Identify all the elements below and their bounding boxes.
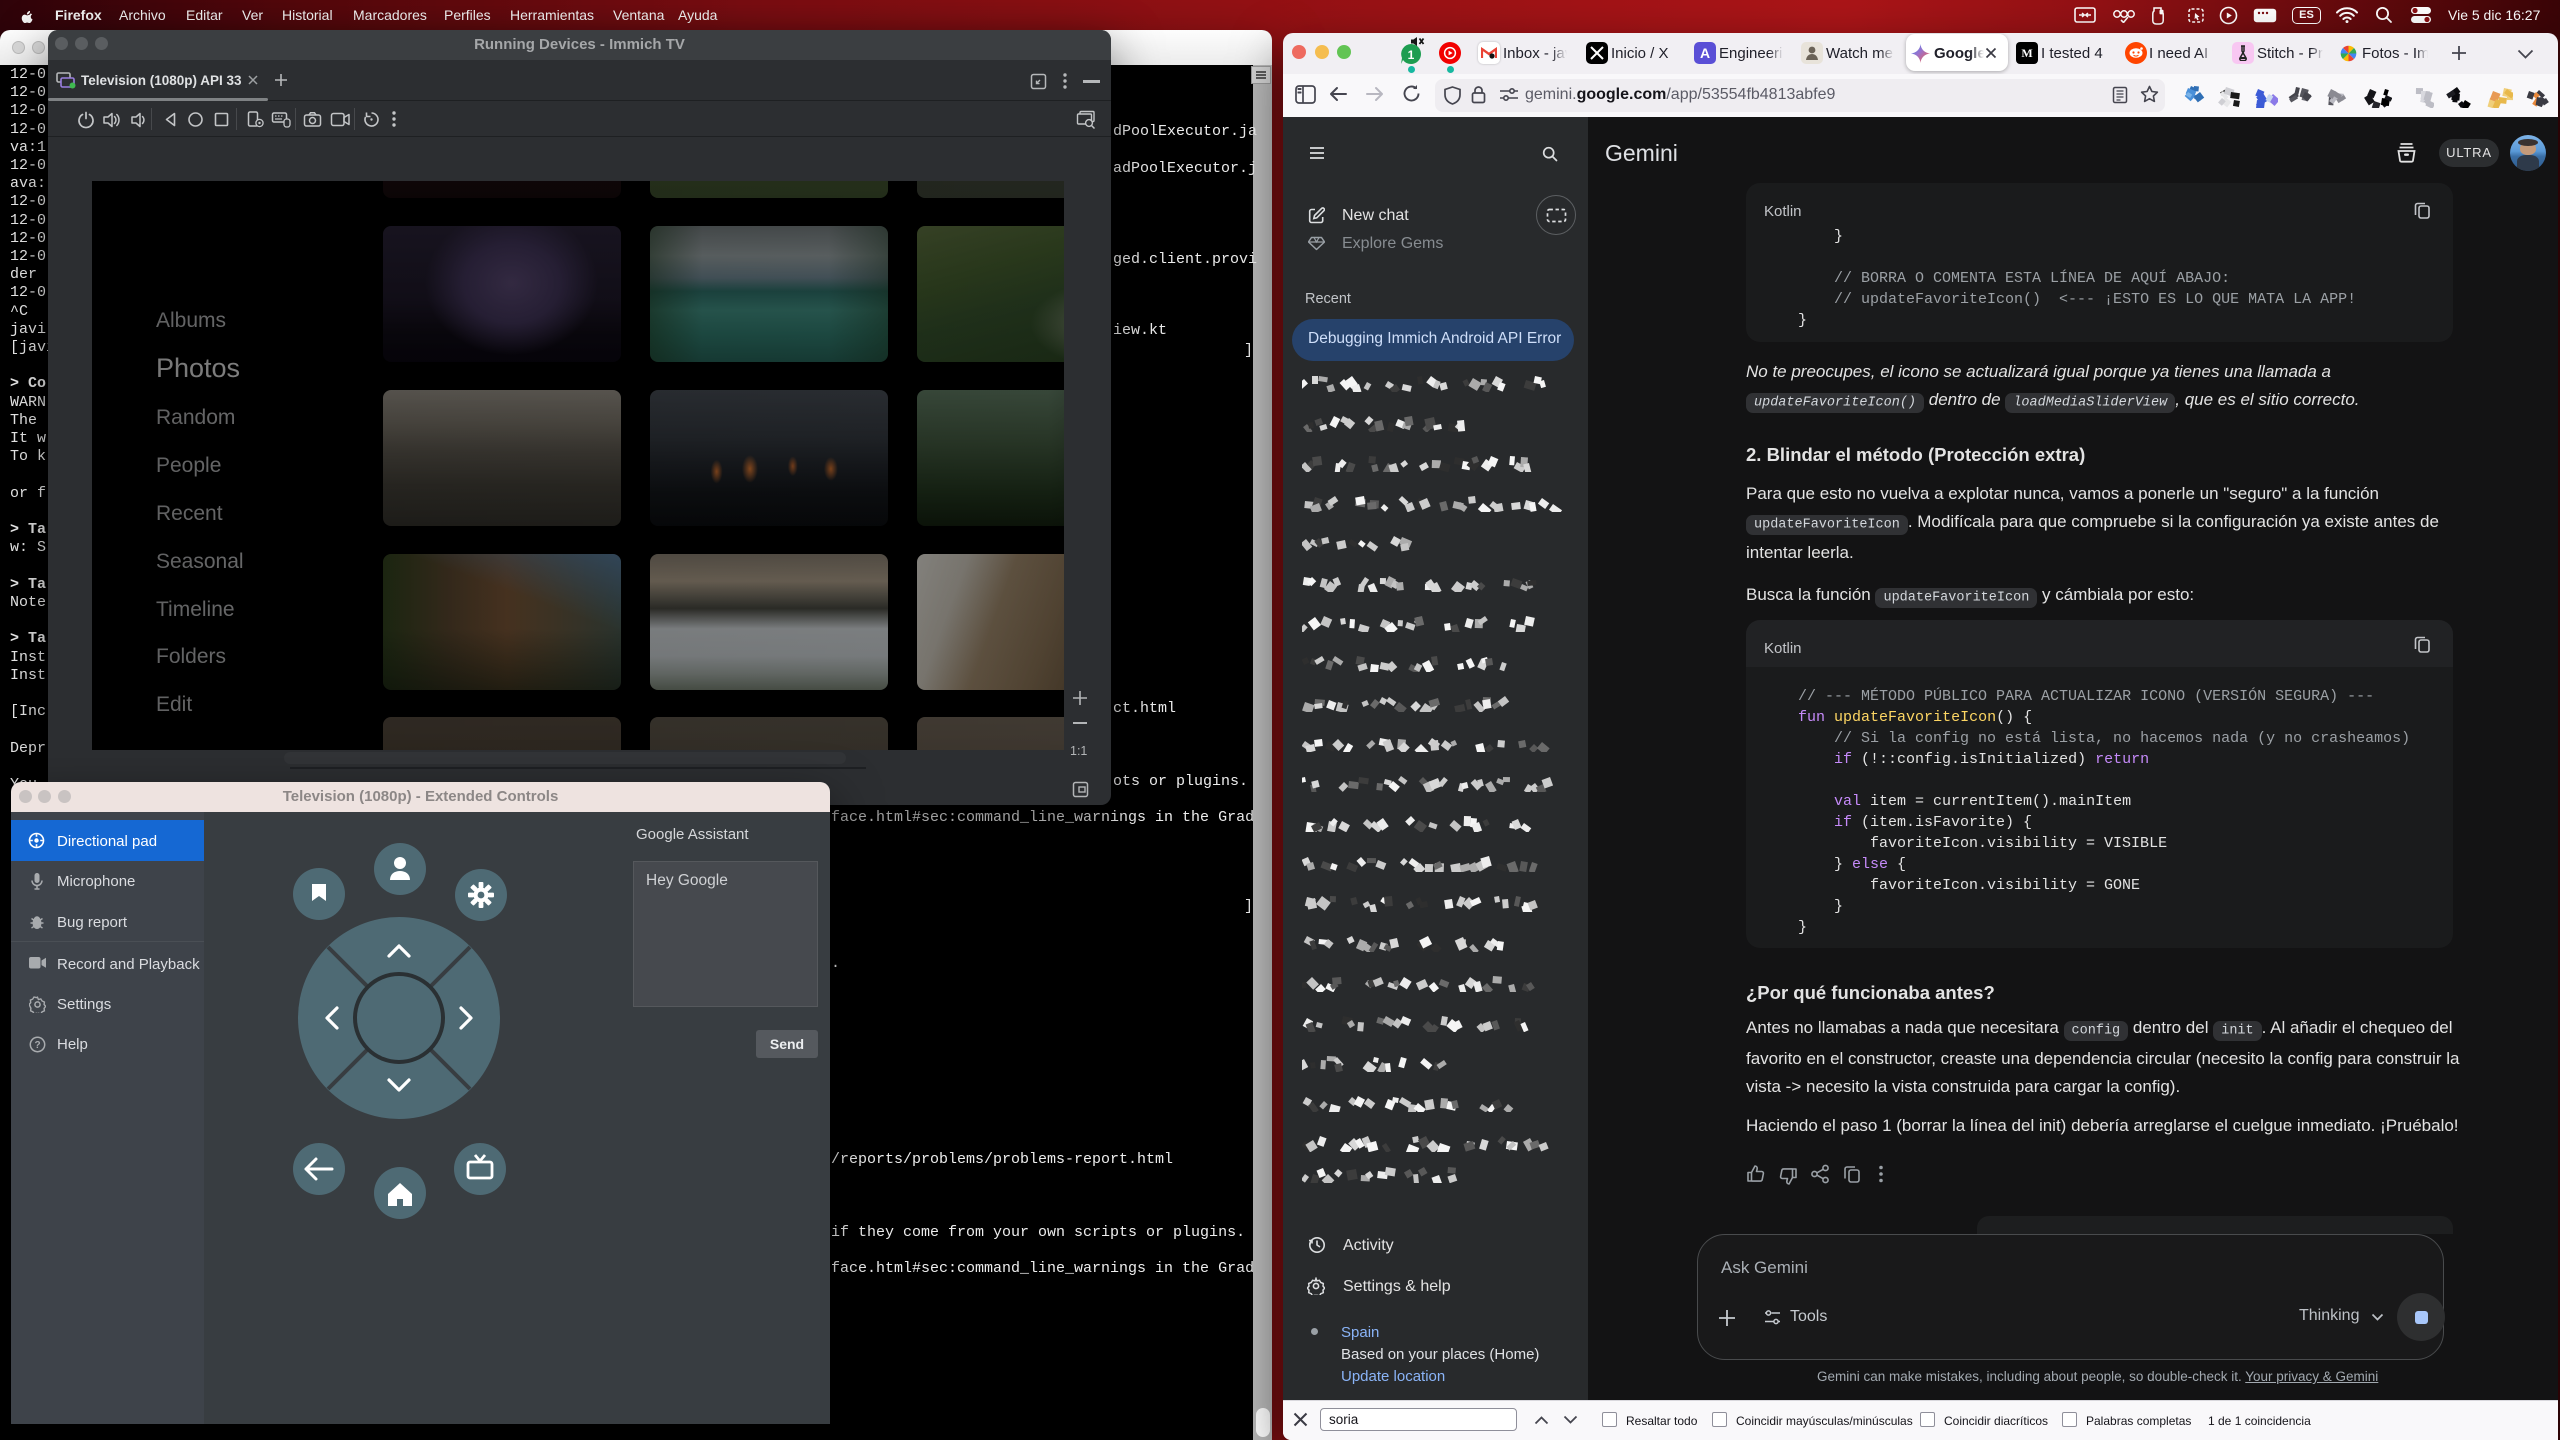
svg-text:1: 1 (1408, 48, 1415, 62)
svg-text:?: ? (34, 1040, 40, 1051)
